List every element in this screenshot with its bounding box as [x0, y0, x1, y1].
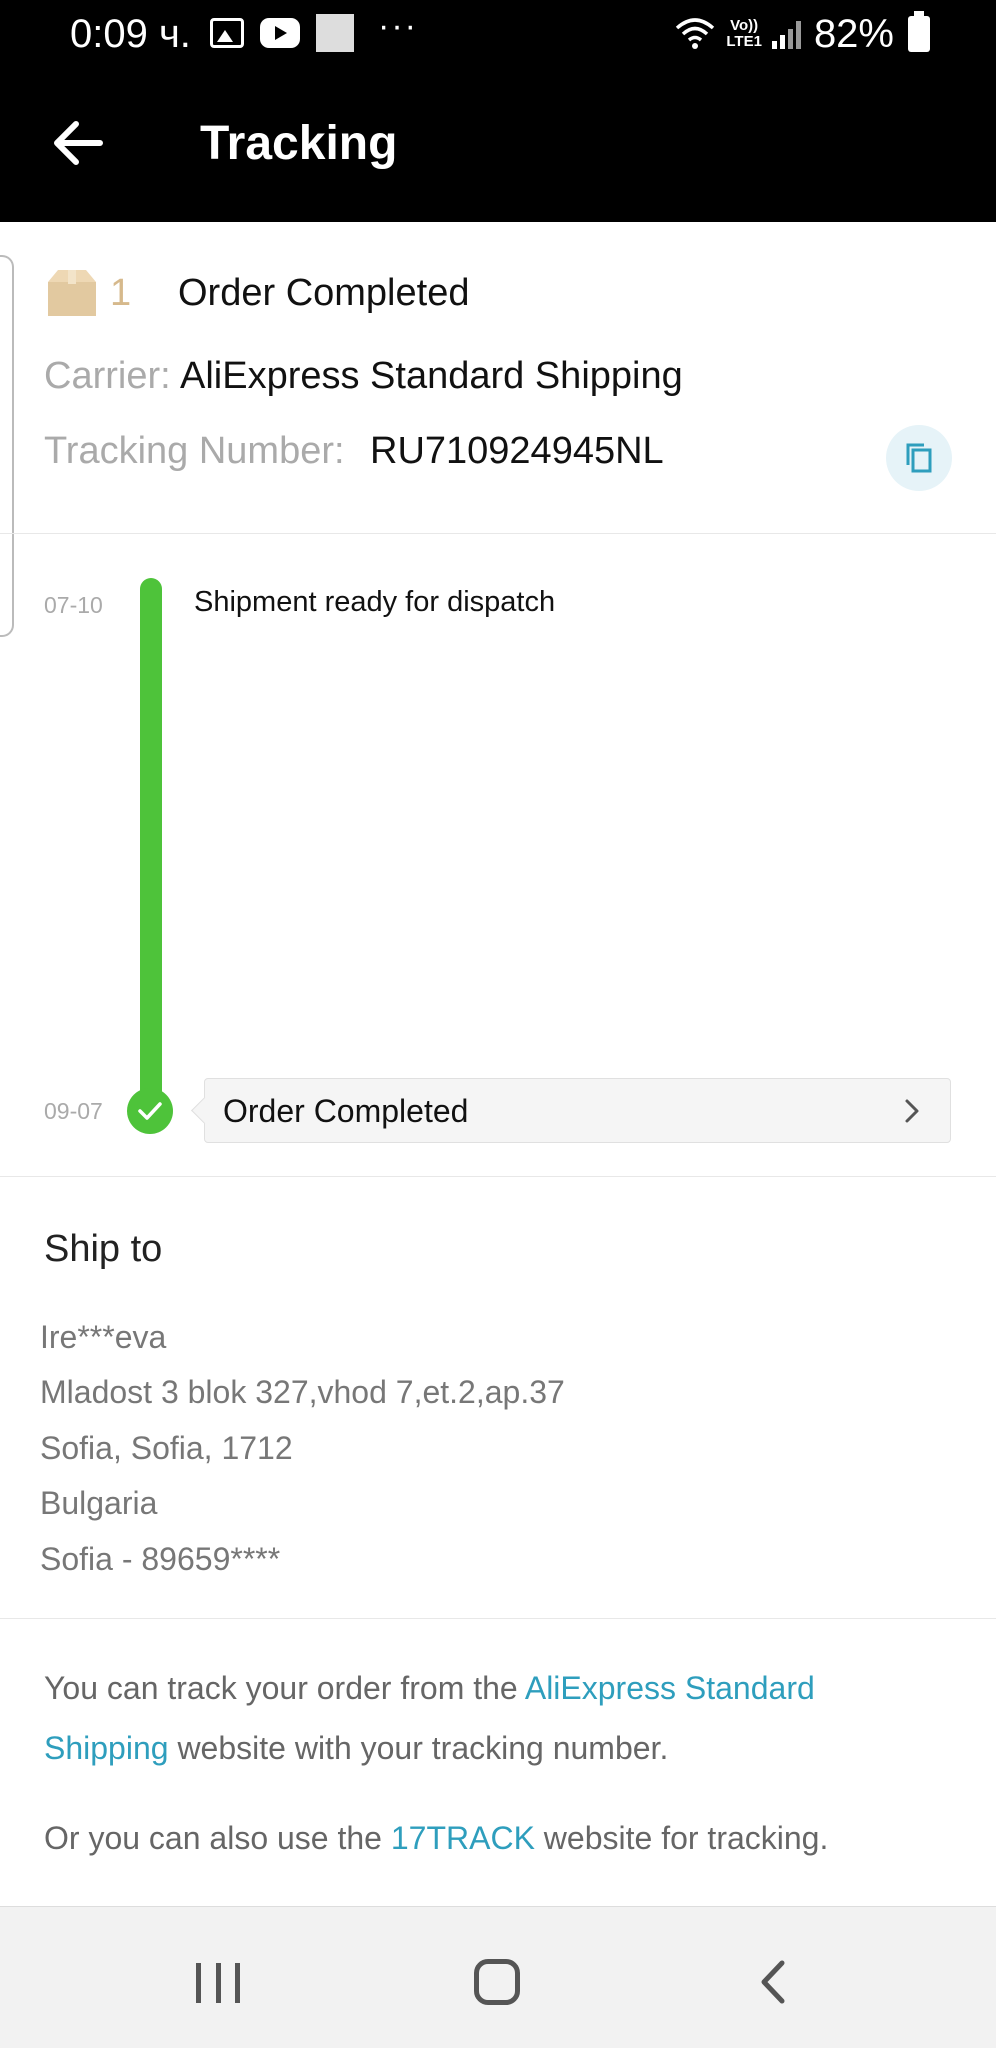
- status-right-icons: Vo)) LTE1 82%: [674, 11, 930, 56]
- info-text: website with your tracking number.: [168, 1730, 669, 1766]
- info-text: You can track your order from the: [44, 1670, 525, 1706]
- copy-icon: [906, 443, 932, 473]
- order-count: 1: [110, 272, 132, 314]
- status-bar: 0:09 ч. ··· Vo)) LTE1 82%: [0, 0, 996, 66]
- tracking-number-value: RU710924945NL: [370, 430, 664, 472]
- square-icon: [316, 14, 354, 52]
- system-nav-bar: [0, 1906, 996, 2048]
- back-icon[interactable]: [758, 1959, 788, 2005]
- package-box-icon: [48, 270, 96, 316]
- ship-to-title: Ship to: [44, 1228, 163, 1270]
- copy-tracking-button[interactable]: [886, 425, 952, 491]
- app-header: Tracking: [0, 66, 996, 222]
- latest-event-label: Order Completed: [223, 1093, 469, 1129]
- tracking-number-label: Tracking Number:: [44, 430, 345, 472]
- address-line: Mladost 3 blok 327,vhod 7,et.2,ap.37: [40, 1374, 565, 1410]
- divider: [0, 1176, 996, 1177]
- 17track-link[interactable]: 17TRACK: [391, 1820, 535, 1856]
- status-time: 0:09 ч.: [70, 12, 191, 56]
- order-status: Order Completed: [178, 272, 470, 314]
- signal-icon: [771, 19, 804, 49]
- wifi-icon: [676, 18, 715, 49]
- timeline-progress-bar: [140, 578, 162, 1112]
- youtube-icon: [260, 18, 300, 48]
- event-date: 09-07: [44, 1098, 103, 1124]
- address-country: Bulgaria: [40, 1485, 158, 1521]
- image-icon: [210, 18, 244, 48]
- network-type: Vo)) LTE1: [726, 18, 762, 50]
- recipient-phone: Sofia - 89659****: [40, 1541, 281, 1577]
- arrow-left-icon[interactable]: [50, 118, 106, 168]
- address-city: Sofia, Sofia, 1712: [40, 1430, 293, 1466]
- info-text: website for tracking.: [534, 1820, 829, 1856]
- side-card-edge: [0, 255, 14, 637]
- check-icon: [127, 1088, 173, 1134]
- latest-event-row[interactable]: Order Completed: [204, 1078, 951, 1143]
- divider: [0, 1618, 996, 1619]
- volte-label: Vo)): [730, 17, 759, 34]
- carrier-label: Carrier:: [44, 355, 171, 397]
- carrier-value: AliExpress Standard Shipping: [180, 355, 683, 397]
- track-info-paragraph: You can track your order from the AliExp…: [44, 1658, 944, 1778]
- more-dots-icon: ···: [378, 6, 418, 45]
- battery-icon: [908, 11, 930, 52]
- lte-label: LTE1: [726, 33, 762, 50]
- event-date: 07-10: [44, 592, 103, 618]
- page-title: Tracking: [200, 117, 398, 170]
- divider: [0, 533, 996, 534]
- track-alt-paragraph: Or you can also use the 17TRACK website …: [44, 1808, 944, 1868]
- home-icon[interactable]: [474, 1959, 520, 2005]
- info-text: Or you can also use the: [44, 1820, 391, 1856]
- recipient-name: Ire***eva: [40, 1319, 167, 1355]
- recent-apps-icon[interactable]: [196, 1963, 240, 2003]
- battery-percent: 82%: [813, 12, 894, 56]
- status-left-icons: ···: [210, 7, 418, 52]
- chevron-right-icon: [905, 1099, 919, 1123]
- event-label: Shipment ready for dispatch: [194, 586, 556, 618]
- carrier-link[interactable]: AliExpress Standard: [525, 1670, 815, 1706]
- carrier-link-continued[interactable]: Shipping: [44, 1730, 169, 1766]
